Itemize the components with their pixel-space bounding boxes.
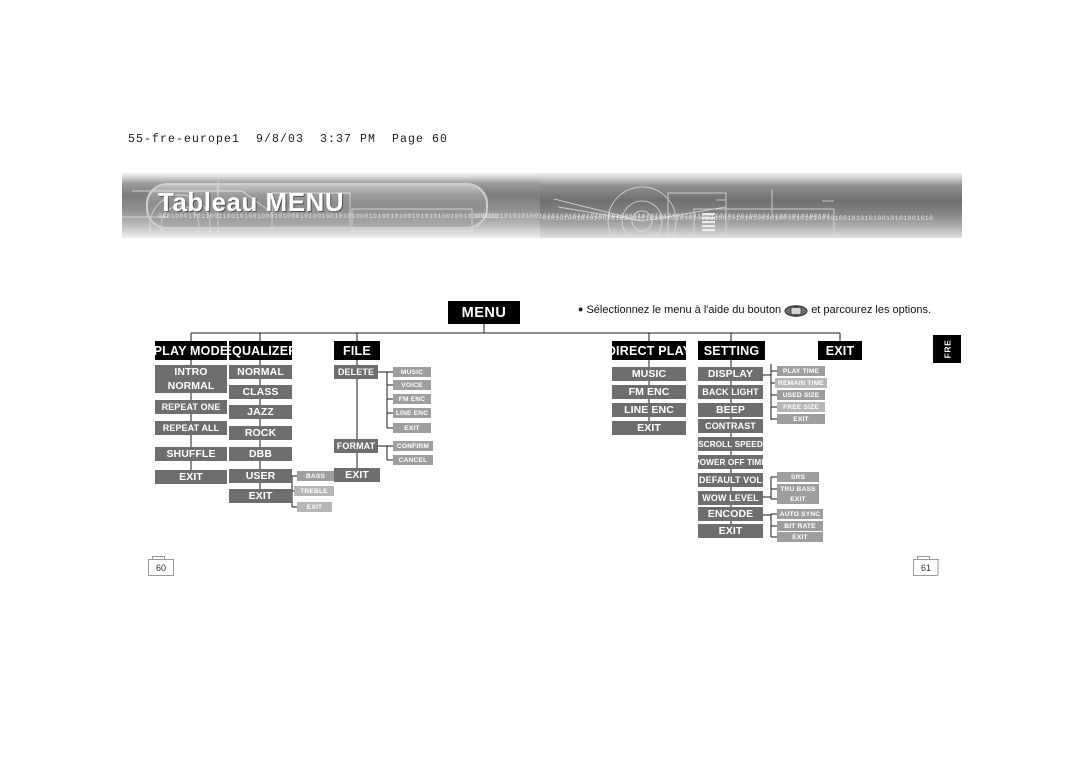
tree-head-equalizer[interactable]: EQUALIZER	[229, 341, 292, 360]
tree-item-equalizer-dbb[interactable]: DBB	[229, 447, 292, 461]
tree-item-setting-encode[interactable]: ENCODE	[698, 507, 763, 521]
tree-subitem-display-play-time[interactable]: PLAY TIME	[777, 366, 825, 376]
tree-head-setting[interactable]: SETTING	[698, 341, 765, 360]
tree-item-play-mode-exit[interactable]: EXIT	[155, 470, 227, 484]
menu-tree: PLAY MODE EQUALIZER FILE DIRECT PLAY SET…	[0, 0, 1080, 763]
banner-binary-right: 0101010010101001010100101011010101010010…	[542, 215, 934, 222]
tree-subitem-delete-music[interactable]: MUSIC	[393, 367, 431, 377]
tree-subitem-display-used-size[interactable]: USED SIZE	[777, 390, 825, 400]
tree-item-direct-play-line-enc[interactable]: LINE ENC	[612, 403, 686, 417]
tree-item-setting-back-light[interactable]: BACK LIGHT	[698, 385, 763, 399]
tree-item-setting-display[interactable]: DISPLAY	[698, 367, 763, 381]
tree-item-play-mode-shuffle[interactable]: SHUFFLE	[155, 447, 227, 461]
tree-head-direct-play[interactable]: DIRECT PLAY	[612, 341, 686, 360]
tree-item-equalizer-rock[interactable]: ROCK	[229, 426, 292, 440]
tree-item-equalizer-user[interactable]: USER	[229, 469, 292, 483]
tree-item-play-mode-repeat-one[interactable]: REPEAT ONE	[155, 400, 227, 414]
tree-subitem-format-confirm[interactable]: CONFIRM	[393, 441, 433, 451]
tree-head-file[interactable]: FILE	[334, 341, 380, 360]
tree-subitem-wow-exit[interactable]: EXIT	[777, 494, 819, 504]
tree-item-play-mode-repeat-all[interactable]: REPEAT ALL	[155, 421, 227, 435]
tree-item-file-format[interactable]: FORMAT	[334, 439, 378, 453]
tree-subitem-delete-line-enc[interactable]: LINE ENC	[393, 408, 431, 418]
tree-subitem-format-cancel[interactable]: CANCEL	[393, 455, 433, 465]
tree-item-play-mode-normal[interactable]: NORMAL	[155, 379, 227, 393]
tree-item-setting-exit[interactable]: EXIT	[698, 524, 763, 538]
tree-head-play-mode[interactable]: PLAY MODE	[155, 341, 227, 360]
tree-subitem-display-exit[interactable]: EXIT	[777, 414, 825, 424]
tree-head-exit[interactable]: EXIT	[818, 341, 862, 360]
tree-subitem-user-treble[interactable]: TREBLE	[294, 486, 334, 496]
tree-subitem-display-remain-time[interactable]: REMAIN TIME	[775, 378, 827, 388]
tree-subitem-delete-exit[interactable]: EXIT	[393, 423, 431, 433]
tree-item-equalizer-class[interactable]: CLASS	[229, 385, 292, 399]
tree-subitem-encode-exit[interactable]: EXIT	[777, 532, 823, 542]
tree-item-direct-play-exit[interactable]: EXIT	[612, 421, 686, 435]
tree-item-direct-play-music[interactable]: MUSIC	[612, 367, 686, 381]
banner-title: Tableau MENU	[158, 187, 345, 217]
tree-item-equalizer-jazz[interactable]: JAZZ	[229, 405, 292, 419]
tree-item-setting-default-vol[interactable]: DEFAULT VOL	[698, 473, 763, 487]
tree-item-setting-beep[interactable]: BEEP	[698, 403, 763, 417]
tree-subitem-user-exit[interactable]: EXIT	[297, 502, 332, 512]
tree-item-setting-contrast[interactable]: CONTRAST	[698, 419, 763, 433]
tree-item-play-mode-intro[interactable]: INTRO	[155, 365, 227, 379]
tree-subitem-delete-fm-enc[interactable]: FM ENC	[393, 394, 431, 404]
tree-item-file-delete[interactable]: DELETE	[334, 365, 378, 379]
tree-subitem-encode-bit-rate[interactable]: BIT RATE	[777, 521, 823, 531]
tree-subitem-user-bass[interactable]: BASS	[297, 471, 334, 481]
tree-item-setting-scroll-speed[interactable]: SCROLL SPEED	[698, 437, 763, 451]
tree-subitem-encode-auto-sync[interactable]: AUTO SYNC	[777, 509, 823, 519]
tree-item-setting-wow-level[interactable]: WOW LEVEL	[698, 491, 763, 505]
page-canvas: 55-fre-europe1 9/8/03 3:37 PM Page 60 01…	[0, 0, 1080, 763]
tree-subitem-wow-tru-bass[interactable]: TRU BASS	[777, 484, 819, 494]
tree-subitem-display-free-size[interactable]: FREE SIZE	[777, 402, 825, 412]
tree-item-direct-play-fm-enc[interactable]: FM ENC	[612, 385, 686, 399]
tree-subitem-delete-voice[interactable]: VOICE	[393, 380, 431, 390]
tree-item-equalizer-normal[interactable]: NORMAL	[229, 365, 292, 379]
tree-item-equalizer-exit[interactable]: EXIT	[229, 489, 292, 503]
tree-subitem-wow-srs[interactable]: SRS	[777, 472, 819, 482]
tree-item-setting-power-off-time[interactable]: POWER OFF TIME	[698, 455, 763, 469]
tree-item-file-exit[interactable]: EXIT	[334, 468, 380, 482]
